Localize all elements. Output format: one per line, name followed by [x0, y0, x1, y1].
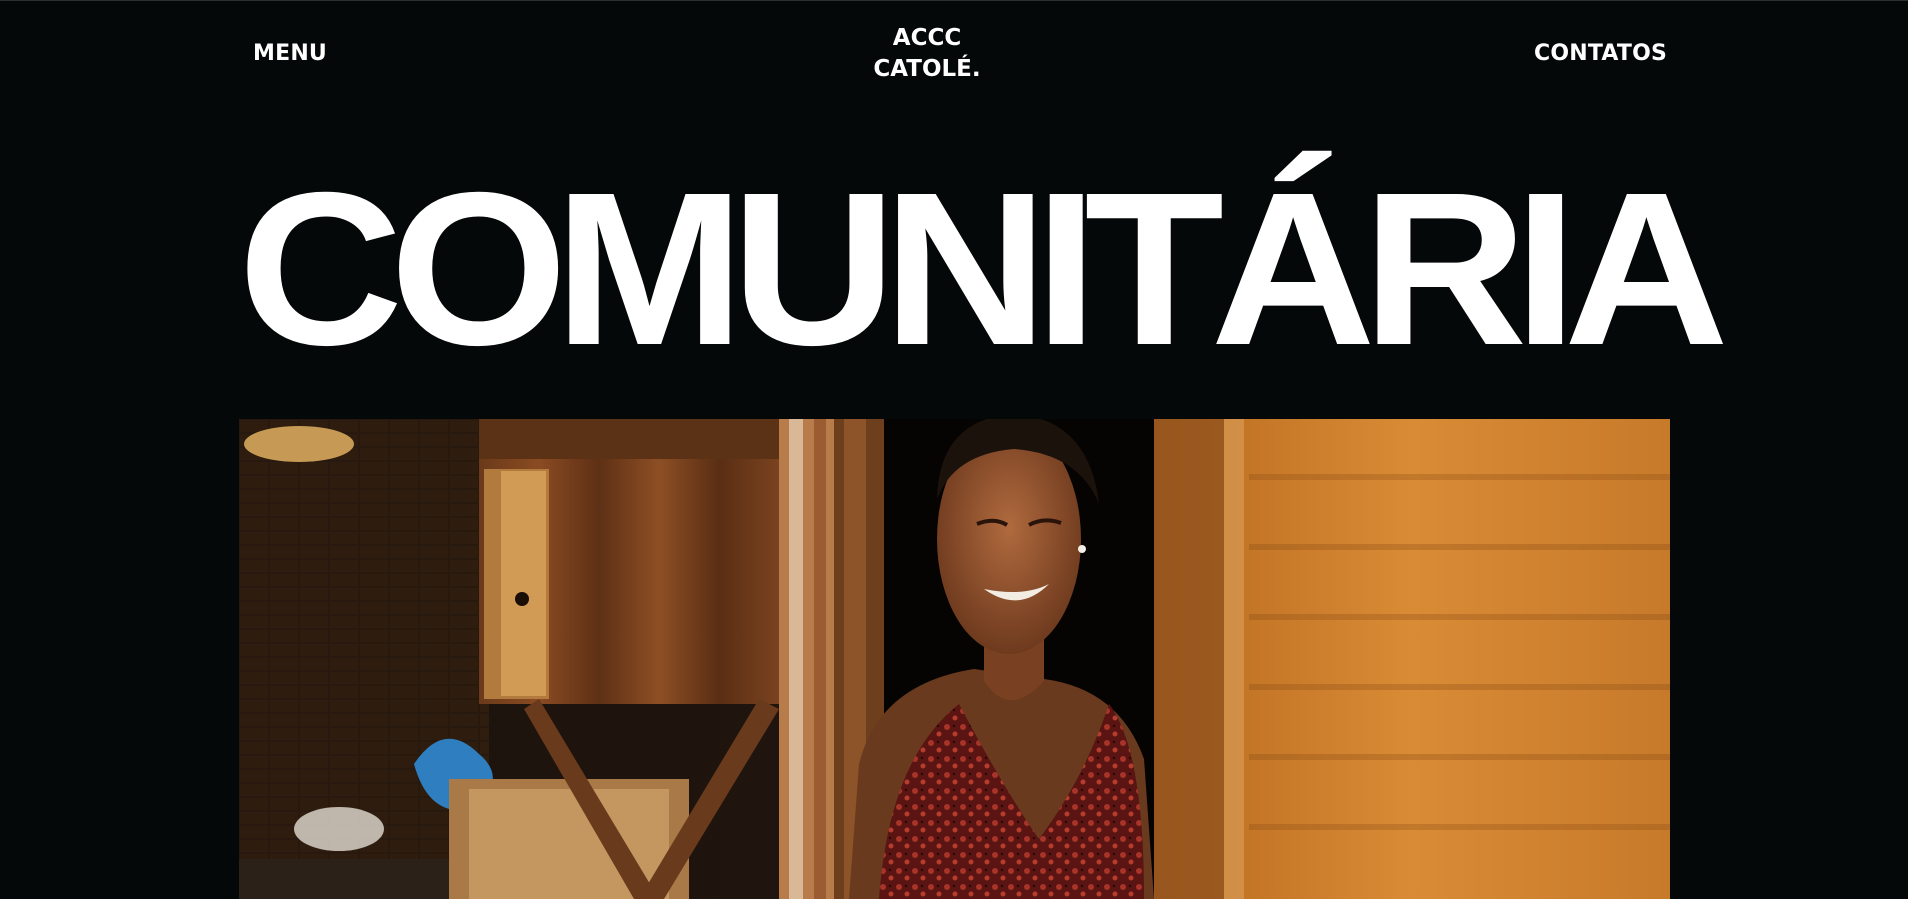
- hero-photo: [239, 419, 1670, 899]
- hero-photo-illustration: [239, 419, 1670, 899]
- hero-title: COMUNITÁRIA: [238, 148, 1729, 391]
- contacts-link[interactable]: CONTATOS: [1534, 41, 1667, 67]
- page: MENU ACCC CATOLÉ. CONTATOS COMUNITÁRIA: [0, 0, 1908, 899]
- top-divider: [0, 0, 1908, 1]
